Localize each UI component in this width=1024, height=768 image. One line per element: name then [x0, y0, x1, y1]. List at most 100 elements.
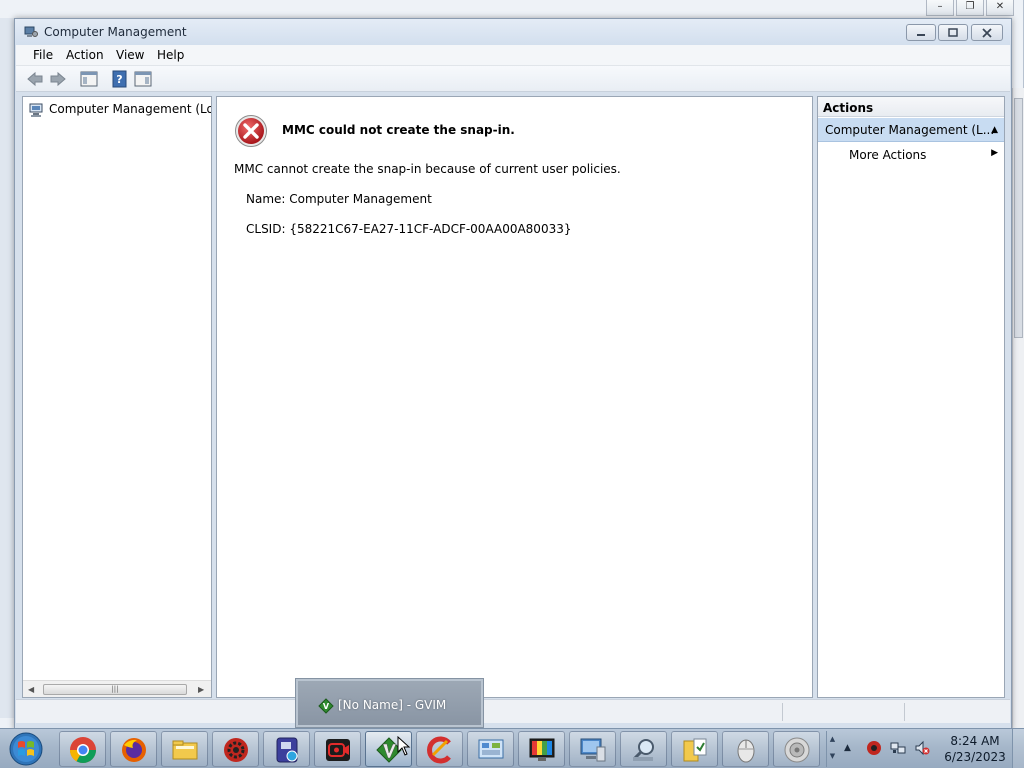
status-bar [16, 699, 1010, 723]
computer-management-window: Computer Management File Action View Hel… [14, 18, 1012, 730]
speaker-icon [784, 737, 810, 763]
menu-action[interactable]: Action [62, 47, 108, 63]
more-actions-item[interactable]: More Actions ▶ [818, 144, 1004, 166]
actions-group-label: Computer Management (L... [825, 123, 995, 137]
show-desktop-button[interactable] [1012, 729, 1024, 768]
clock-date: 6/23/2023 [944, 750, 1006, 764]
taskbar-scroll[interactable]: ▲ ▼ [826, 731, 838, 767]
taskbar-screen-recorder[interactable] [314, 731, 361, 767]
network-tray-icon[interactable] [890, 740, 906, 756]
volume-muted-tray-icon[interactable] [914, 740, 930, 756]
snapin-clsid: CLSID: {58221C67-EA27-11CF-ADCF-00AA00A8… [246, 222, 572, 236]
taskbar-color-monitor[interactable] [518, 731, 565, 767]
close-icon [982, 28, 992, 38]
actions-header: Actions [818, 97, 1004, 117]
snapin-name: Name: Computer Management [246, 192, 432, 206]
maximize-button[interactable] [938, 24, 968, 41]
color-monitor-icon [529, 738, 555, 761]
background-close-button[interactable]: ✕ [986, 0, 1014, 16]
tree-item-label: Computer Management (Local [49, 102, 211, 116]
taskbar-mouse[interactable] [722, 731, 769, 767]
svg-text:V: V [323, 702, 330, 711]
maximize-icon [948, 28, 958, 37]
firefox-icon [122, 738, 146, 762]
taskbar-chrome[interactable] [59, 731, 106, 767]
taskbar-remote-app[interactable] [263, 731, 310, 767]
taskbar-speaker[interactable] [773, 731, 820, 767]
computer-icon [29, 103, 43, 117]
computer-management-icon [24, 26, 38, 37]
settings-gear-icon [224, 738, 248, 762]
screen-recorder-icon [326, 739, 350, 761]
taskbar-settings-tool[interactable] [212, 731, 259, 767]
show-hidden-icons-icon[interactable]: ▲ [844, 743, 851, 753]
taskbar-folder-check[interactable] [671, 731, 718, 767]
status-divider [782, 703, 783, 721]
search-magnifier-icon [632, 739, 654, 761]
scroll-down-arrow-icon[interactable]: ▼ [827, 748, 838, 765]
system-clock[interactable]: 8:24 AM 6/23/2023 [940, 733, 1010, 765]
toolbar: ? [16, 66, 1010, 92]
taskbar-control-panel[interactable] [467, 731, 514, 767]
menu-file[interactable]: File [29, 47, 57, 63]
minimize-icon [917, 34, 925, 36]
actions-pane: Actions Computer Management (L... ▲ More… [817, 96, 1005, 698]
tree-item-computer-management[interactable]: Computer Management (Local [27, 101, 211, 119]
background-minimize-button[interactable]: – [926, 0, 954, 16]
window-title: Computer Management [44, 25, 187, 39]
file-explorer-icon [172, 740, 198, 760]
taskbar-computer[interactable] [569, 731, 616, 767]
show-hide-console-tree-icon[interactable] [80, 70, 98, 88]
show-hide-action-pane-icon[interactable] [134, 70, 152, 88]
background-scroll-thumb[interactable] [1014, 98, 1023, 338]
scroll-right-arrow-icon[interactable]: ▶ [198, 685, 204, 694]
more-actions-label: More Actions [849, 148, 927, 162]
taskbar-search[interactable] [620, 731, 667, 767]
menu-help[interactable]: Help [153, 47, 188, 63]
taskbar-firefox[interactable] [110, 731, 157, 767]
error-message: MMC cannot create the snap-in because of… [234, 162, 621, 176]
background-window-controls: – ❐ ✕ [920, 0, 1024, 18]
thumbnail-body: V [No Name] - GVIM [298, 681, 481, 725]
clock-time: 8:24 AM [950, 734, 1000, 748]
forward-arrow-icon[interactable] [49, 70, 67, 88]
gvim-icon: V [318, 698, 334, 714]
mouse-cursor-icon [397, 736, 411, 756]
collapse-up-arrow-icon[interactable]: ▲ [991, 125, 998, 135]
security-tray-icon[interactable] [866, 740, 882, 756]
control-panel-icon [478, 739, 504, 759]
taskbar-thumbnail-popup[interactable]: V [No Name] - GVIM [295, 678, 484, 728]
background-window-edge [0, 18, 14, 718]
scroll-up-arrow-icon[interactable]: ▲ [827, 731, 838, 748]
back-arrow-icon[interactable] [26, 70, 44, 88]
tree-horizontal-scrollbar[interactable]: ◀ ||| ▶ [23, 680, 211, 697]
menu-view[interactable]: View [112, 47, 148, 63]
tree-scroll-thumb[interactable]: ||| [43, 684, 187, 695]
thumbnail-title: [No Name] - GVIM [338, 698, 447, 712]
title-bar[interactable]: Computer Management [15, 19, 1011, 45]
folder-check-icon [683, 738, 707, 762]
start-button[interactable] [6, 730, 46, 768]
windows-orb-icon [9, 732, 43, 766]
ccleaner-icon [427, 736, 451, 764]
background-restore-button[interactable]: ❐ [956, 0, 984, 16]
actions-group-computer-management[interactable]: Computer Management (L... ▲ [818, 118, 1004, 142]
svg-text:?: ? [116, 73, 122, 86]
remote-app-icon [276, 737, 298, 763]
background-scrollbar[interactable] [1012, 88, 1024, 728]
chrome-icon [69, 737, 97, 764]
close-button[interactable] [971, 24, 1003, 41]
client-area: Computer Management (Local ◀ ||| ▶ [16, 93, 1010, 723]
help-icon[interactable]: ? [111, 70, 129, 88]
submenu-arrow-icon: ▶ [991, 148, 998, 158]
status-divider [904, 703, 905, 721]
computer-icon [580, 738, 606, 762]
minimize-button[interactable] [906, 24, 936, 41]
result-pane: MMC could not create the snap-in. MMC ca… [216, 96, 813, 698]
taskbar-ccleaner[interactable] [416, 731, 463, 767]
scroll-left-arrow-icon[interactable]: ◀ [28, 685, 34, 694]
error-title: MMC could not create the snap-in. [282, 123, 515, 137]
taskbar-file-explorer[interactable] [161, 731, 208, 767]
mouse-icon [737, 739, 755, 763]
menu-bar: File Action View Help [16, 45, 1010, 66]
